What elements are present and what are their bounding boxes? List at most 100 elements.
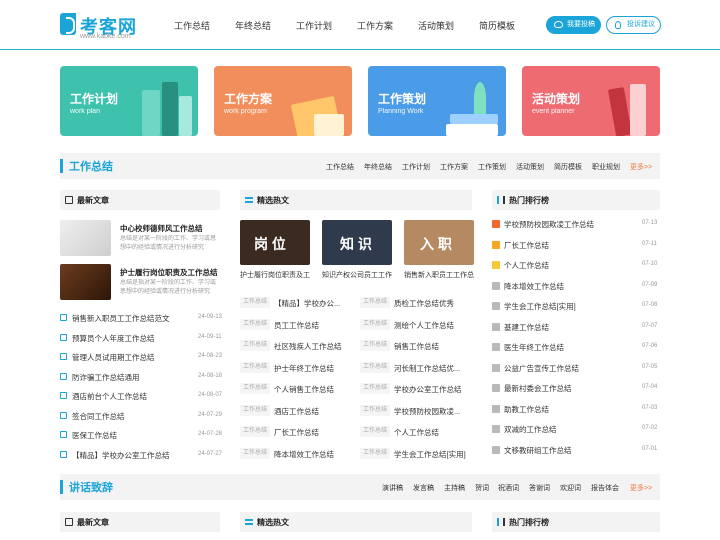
ranking-date: 07-13 bbox=[642, 220, 658, 226]
ranking-item[interactable]: 个人工作总结 bbox=[504, 260, 632, 271]
hot-item[interactable]: 河长制工作总结优... bbox=[394, 363, 472, 374]
card-work-plan[interactable]: 工作计划 work plan bbox=[60, 66, 198, 136]
ranking-item[interactable]: 文移教研组工作总结 bbox=[504, 445, 632, 456]
book-icon bbox=[450, 114, 498, 124]
hot-item[interactable]: 社区残疾人工作总结 bbox=[274, 341, 350, 352]
hot-item[interactable]: 个人工作总结 bbox=[394, 427, 472, 438]
hot-item[interactable]: 学生会工作总结[实用] bbox=[394, 449, 472, 460]
hot-item[interactable]: 个人销售工作总结 bbox=[274, 384, 350, 395]
hot-item[interactable]: 学校办公室工作总结 bbox=[394, 384, 472, 395]
column-title: 最新文章 bbox=[77, 518, 109, 527]
chart-icon bbox=[497, 196, 505, 204]
ranking-item[interactable]: 最新村委会工作总结 bbox=[504, 383, 632, 394]
rank-number bbox=[492, 281, 500, 290]
nav-item-3[interactable]: 工作计划 bbox=[296, 19, 332, 32]
hot-item[interactable]: 酒店工作总结 bbox=[274, 406, 350, 417]
section-link[interactable]: 职业规划 bbox=[592, 162, 620, 172]
more-link[interactable]: 更多>> bbox=[630, 483, 652, 493]
section-bar-speech: 讲话致辞 演讲稿 发言稿 主持稿 贺词 祝酒词 答谢词 欢迎词 报告体会 更多>… bbox=[60, 474, 660, 500]
section-link[interactable]: 答谢词 bbox=[529, 483, 550, 493]
card-title: 工作计划 bbox=[70, 92, 119, 106]
section-link[interactable]: 活动策划 bbox=[516, 162, 544, 172]
section-link[interactable]: 演讲稿 bbox=[382, 483, 403, 493]
hot-item[interactable]: 厂长工作总结 bbox=[274, 427, 350, 438]
ranking-item[interactable]: 厂长工作总结 bbox=[504, 240, 632, 251]
hot-item[interactable]: 学校预防校园欺凌... bbox=[394, 406, 472, 417]
article-thumbnail[interactable] bbox=[60, 220, 111, 256]
section-link[interactable]: 年终总结 bbox=[364, 162, 392, 172]
document-icon bbox=[60, 353, 67, 360]
suggest-button[interactable]: 投诉建议 bbox=[606, 16, 661, 34]
section-link[interactable]: 报告体会 bbox=[591, 483, 619, 493]
suggest-label: 投诉建议 bbox=[627, 21, 655, 28]
article-icon bbox=[65, 196, 73, 204]
card-subtitle: work plan bbox=[70, 108, 100, 115]
ranking-date: 07-05 bbox=[642, 363, 658, 370]
contribute-button[interactable]: 我要投稿 bbox=[546, 16, 601, 34]
hot-item[interactable]: 质检工作总结优秀 bbox=[394, 298, 472, 309]
card-planning-work[interactable]: 工作策划 Planning Work bbox=[368, 66, 506, 136]
rank-number bbox=[492, 404, 500, 413]
latest-item[interactable]: 防诈骗工作总结通用 bbox=[72, 372, 212, 383]
list-icon bbox=[245, 519, 253, 525]
latest-item[interactable]: 管理人员试用期工作总结 bbox=[72, 352, 212, 363]
section-link[interactable]: 工作方案 bbox=[440, 162, 468, 172]
section-link[interactable]: 主持稿 bbox=[444, 483, 465, 493]
latest-item[interactable]: 预算员个人年度工作总结 bbox=[72, 333, 212, 344]
article-icon bbox=[65, 518, 73, 526]
section-title[interactable]: 工作总结 bbox=[69, 158, 113, 174]
latest-item[interactable]: 签合同工作总结 bbox=[72, 411, 212, 422]
ranking-item[interactable]: 基建工作总结 bbox=[504, 322, 632, 333]
ranking-date: 07-07 bbox=[642, 322, 658, 329]
book-icon bbox=[162, 82, 178, 136]
section-link[interactable]: 欢迎词 bbox=[560, 483, 581, 493]
section-title[interactable]: 讲话致辞 bbox=[69, 479, 113, 495]
nav-item-1[interactable]: 工作总结 bbox=[174, 19, 210, 32]
featured-desc: 总结是对某一阶段的工作、学习或思想中的经验或情况进行分析研究 bbox=[120, 236, 217, 251]
pic-caption[interactable]: 护士履行岗位职责及工 bbox=[240, 270, 312, 280]
hot-item[interactable]: 员工工作总结 bbox=[274, 320, 350, 331]
section-link[interactable]: 工作总结 bbox=[326, 162, 354, 172]
card-event-planner[interactable]: 活动策划 event planner bbox=[522, 66, 660, 136]
section-link[interactable]: 祝酒词 bbox=[498, 483, 519, 493]
pic-caption[interactable]: 销售新入职员工工作总 bbox=[404, 270, 476, 280]
featured-title[interactable]: 中心校师德师风工作总结 bbox=[120, 223, 220, 234]
card-work-program[interactable]: 工作方案 work program bbox=[214, 66, 352, 136]
section-link[interactable]: 发言稿 bbox=[413, 483, 434, 493]
hot-item[interactable]: 销售工作总结 bbox=[394, 341, 472, 352]
latest-item[interactable]: 酒店前台个人工作总结 bbox=[72, 391, 212, 402]
section-link[interactable]: 工作计划 bbox=[402, 162, 430, 172]
nav-item-5[interactable]: 活动策划 bbox=[418, 19, 454, 32]
nav-item-4[interactable]: 工作方案 bbox=[357, 19, 393, 32]
section-link[interactable]: 贺词 bbox=[475, 483, 489, 493]
card-title: 工作方案 bbox=[224, 92, 273, 106]
article-thumbnail[interactable] bbox=[60, 264, 111, 300]
latest-date: 24-09-11 bbox=[198, 333, 222, 340]
ranking-item[interactable]: 学校预防校园欺凌工作总结 bbox=[504, 219, 632, 230]
ranking-item[interactable]: 助教工作总结 bbox=[504, 404, 632, 415]
hot-item[interactable]: 降本增效工作总结 bbox=[274, 449, 350, 460]
ranking-item[interactable]: 双减的工作总结 bbox=[504, 424, 632, 435]
hot-item[interactable]: 护士年终工作总结 bbox=[274, 363, 350, 374]
column-header-hot-2: 精选热文 bbox=[240, 512, 472, 532]
featured-title[interactable]: 护士履行岗位职责及工作总结 bbox=[120, 267, 220, 278]
pic-caption[interactable]: 知识产权公司员工工作 bbox=[322, 270, 394, 280]
ranking-item[interactable]: 公益广告宣传工作总结 bbox=[504, 363, 632, 374]
section-accent bbox=[60, 159, 63, 173]
nav-item-2[interactable]: 年终总结 bbox=[235, 19, 271, 32]
ranking-item[interactable]: 医生年终工作总结 bbox=[504, 342, 632, 353]
section-link[interactable]: 工作策划 bbox=[478, 162, 506, 172]
hot-item[interactable]: 【精品】学校办公... bbox=[274, 298, 350, 309]
latest-item[interactable]: 销售新入职员工工作总结范文 bbox=[72, 313, 212, 324]
ranking-item[interactable]: 学生会工作总结[实用] bbox=[504, 301, 632, 312]
latest-item[interactable]: 【精品】学校办公室工作总结 bbox=[72, 450, 212, 461]
latest-item[interactable]: 医保工作总结 bbox=[72, 430, 212, 441]
section-link[interactable]: 简历模板 bbox=[554, 162, 582, 172]
tag-badge: 工作总结 bbox=[240, 318, 271, 330]
hot-item[interactable]: 测绘个人工作总结 bbox=[394, 320, 472, 331]
more-link[interactable]: 更多>> bbox=[630, 162, 652, 172]
ranking-date: 07-11 bbox=[642, 240, 657, 247]
logo-icon[interactable] bbox=[60, 13, 76, 35]
ranking-item[interactable]: 降本增效工作总结 bbox=[504, 281, 632, 292]
nav-item-6[interactable]: 简历模板 bbox=[479, 19, 515, 32]
